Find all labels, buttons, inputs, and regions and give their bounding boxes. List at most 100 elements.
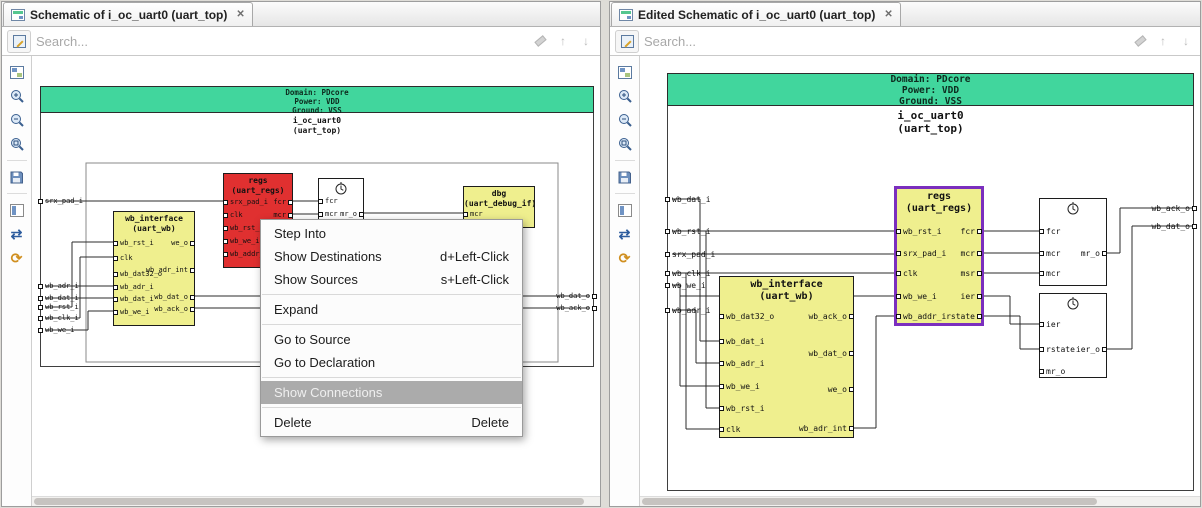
port-ier_o[interactable]: ier_o xyxy=(1076,344,1107,354)
port-ier[interactable]: ier xyxy=(961,291,982,301)
port-wb_adr_int[interactable]: wb_adr_int xyxy=(799,423,854,433)
search-prev-icon[interactable]: ↑ xyxy=(1154,32,1172,50)
menu-item-delete[interactable]: Delete Delete xyxy=(261,411,522,434)
menu-item-show-sources[interactable]: Show Sources s+Left-Click xyxy=(261,268,522,291)
port-fcr[interactable]: fcr xyxy=(961,226,982,236)
port-mr_o[interactable]: mr_o xyxy=(340,210,364,218)
port-mcr[interactable]: mcr xyxy=(1039,248,1060,258)
menu-item-expand[interactable]: Expand xyxy=(261,298,522,321)
port-wb_dat32_o[interactable]: wb_dat32_o xyxy=(719,311,774,321)
tab-edited-schematic[interactable]: Edited Schematic of i_oc_uart0 (uart_top… xyxy=(611,2,901,26)
menu-item-show-destinations[interactable]: Show Destinations d+Left-Click xyxy=(261,245,522,268)
swap-pins-button[interactable]: ⇄ xyxy=(5,223,29,245)
port-mcr[interactable]: mcr xyxy=(273,211,293,219)
save-button[interactable] xyxy=(5,166,29,188)
port-wb_adr_int[interactable]: wb_adr_int xyxy=(146,266,195,274)
port-mcr[interactable]: mcr xyxy=(318,210,338,218)
overview-button[interactable] xyxy=(5,61,29,83)
port-wb_adr_i[interactable]: wb_adr_i xyxy=(719,358,765,368)
zoom-in-button[interactable] xyxy=(5,85,29,107)
menu-item-go-to-source[interactable]: Go to Source xyxy=(261,328,522,351)
input-pin-wb_we_i[interactable]: wb_we_i xyxy=(665,280,706,290)
menu-item-show-connections[interactable]: Show Connections xyxy=(261,381,522,404)
tab-close-icon[interactable]: ✕ xyxy=(884,9,892,20)
input-pin-wb_clk_i[interactable]: wb_clk_i xyxy=(665,268,711,278)
input-pin-wb_clk_i[interactable]: wb_clk_i xyxy=(38,314,79,322)
horizontal-scrollbar[interactable] xyxy=(640,496,1200,506)
schematic-canvas[interactable]: Domain: PDcore Power: VDD Ground: VSS i_… xyxy=(32,56,600,506)
input-pin-wb_rst_i[interactable]: wb_rst_i xyxy=(38,303,79,311)
refresh-button[interactable]: ⟳ xyxy=(613,247,637,269)
input-pin-srx_pad_i[interactable]: srx_pad_i xyxy=(38,197,83,205)
zoom-out-button[interactable] xyxy=(5,109,29,131)
overview-button[interactable] xyxy=(613,61,637,83)
output-pin-wb_dat_o[interactable]: wb_dat_o xyxy=(556,292,597,300)
port-wb_ack_o[interactable]: wb_ack_o xyxy=(808,311,854,321)
clear-search-icon[interactable] xyxy=(1131,32,1149,50)
port-wb_rst_i[interactable]: wb_rst_i xyxy=(896,226,942,236)
input-pin-wb_dat_i[interactable]: wb_dat_i xyxy=(38,294,79,302)
port-wb_we_i[interactable]: wb_we_i xyxy=(896,291,937,301)
output-pin-wb_ack_o[interactable]: wb_ack_o xyxy=(556,304,597,312)
block-clocked1[interactable]: fcr mcr mcr mr_o xyxy=(1039,198,1107,286)
port-wb_rst_i[interactable]: wb_rst_i xyxy=(719,403,765,413)
outline-button[interactable] xyxy=(5,199,29,221)
scrollbar-thumb[interactable] xyxy=(34,498,584,505)
port-mcr[interactable]: mcr xyxy=(463,210,483,218)
port-wb_dat_i[interactable]: wb_dat_i xyxy=(719,336,765,346)
port-rstate[interactable]: rstate xyxy=(1039,344,1075,354)
port-wb_dat_o[interactable]: wb_dat_o xyxy=(808,348,854,358)
outline-button[interactable] xyxy=(613,199,637,221)
port-wb_ack_o[interactable]: wb_ack_o xyxy=(154,305,195,313)
zoom-in-button[interactable] xyxy=(613,85,637,107)
port-srx_pad_i[interactable]: srx_pad_i xyxy=(223,198,268,206)
port-clk[interactable]: clk xyxy=(896,268,917,278)
search-prev-icon[interactable]: ↑ xyxy=(554,32,572,50)
port-wb_dat_o[interactable]: wb_dat_o xyxy=(154,293,195,301)
menu-item-go-to-declaration[interactable]: Go to Declaration xyxy=(261,351,522,374)
search-next-icon[interactable]: ↓ xyxy=(577,32,595,50)
input-pin-srx_pad_i[interactable]: srx_pad_i xyxy=(665,249,715,259)
port-wb_we_i[interactable]: wb_we_i xyxy=(719,381,760,391)
menu-item-step-into[interactable]: Step Into xyxy=(261,222,522,245)
port-we_o[interactable]: we_o xyxy=(171,239,195,247)
port-fcr[interactable]: fcr xyxy=(1039,226,1060,236)
block-wb_interface[interactable]: wb_interface (uart_wb) wb_rst_i clk wb_da… xyxy=(113,211,195,326)
search-mode-button[interactable] xyxy=(7,29,31,53)
tab-schematic[interactable]: Schematic of i_oc_uart0 (uart_top) ✕ xyxy=(3,2,253,26)
port-wb_we_i[interactable]: wb_we_i xyxy=(223,237,260,245)
input-pin-wb_rst_i[interactable]: wb_rst_i xyxy=(665,226,711,236)
port-wb_adr_i[interactable]: wb_adr_i xyxy=(113,283,154,291)
port-srx_pad_i[interactable]: srx_pad_i xyxy=(896,248,946,258)
block-clocked2[interactable]: ier rstate mr_o ier_o xyxy=(1039,293,1107,378)
input-pin-wb_we_i[interactable]: wb_we_i xyxy=(38,326,75,334)
port-wb_dat_i[interactable]: wb_dat_i xyxy=(113,295,154,303)
port-mcr2[interactable]: mcr xyxy=(1039,268,1060,278)
output-pin-wb_ack_o[interactable]: wb_ack_o xyxy=(1151,203,1197,213)
port-mr_o[interactable]: mr_o xyxy=(1039,366,1065,376)
block-wb_interface[interactable]: wb_interface (uart_wb) wb_dat32_o wb_dat_… xyxy=(719,276,854,438)
block-regs[interactable]: regs (uart_regs) wb_rst_i srx_pad_i clk w… xyxy=(894,186,984,326)
scrollbar-thumb[interactable] xyxy=(642,498,1097,505)
refresh-button[interactable]: ⟳ xyxy=(5,247,29,269)
port-rstate[interactable]: rstate xyxy=(946,311,982,321)
search-mode-button[interactable] xyxy=(615,29,639,53)
port-we_o[interactable]: we_o xyxy=(828,384,854,394)
input-pin-wb_adr_i[interactable]: wb_adr_i xyxy=(665,305,711,315)
clear-search-icon[interactable] xyxy=(531,32,549,50)
port-ier[interactable]: ier xyxy=(1039,319,1060,329)
zoom-out-button[interactable] xyxy=(613,109,637,131)
port-wb_rst_i[interactable]: wb_rst_i xyxy=(113,239,154,247)
port-wb_we_i[interactable]: wb_we_i xyxy=(113,308,150,316)
save-button[interactable] xyxy=(613,166,637,188)
port-clk[interactable]: clk xyxy=(719,424,740,434)
port-msr[interactable]: msr xyxy=(961,268,982,278)
zoom-fit-button[interactable] xyxy=(613,133,637,155)
port-wb_addr_i[interactable]: wb_addr_i xyxy=(896,311,946,321)
zoom-fit-button[interactable] xyxy=(5,133,29,155)
port-clk[interactable]: clk xyxy=(223,211,243,219)
port-fcr[interactable]: fcr xyxy=(318,197,338,205)
search-input[interactable] xyxy=(36,33,526,49)
swap-pins-button[interactable]: ⇄ xyxy=(613,223,637,245)
schematic-canvas[interactable]: Domain: PDcore Power: VDD Ground: VSS i_… xyxy=(640,56,1200,506)
